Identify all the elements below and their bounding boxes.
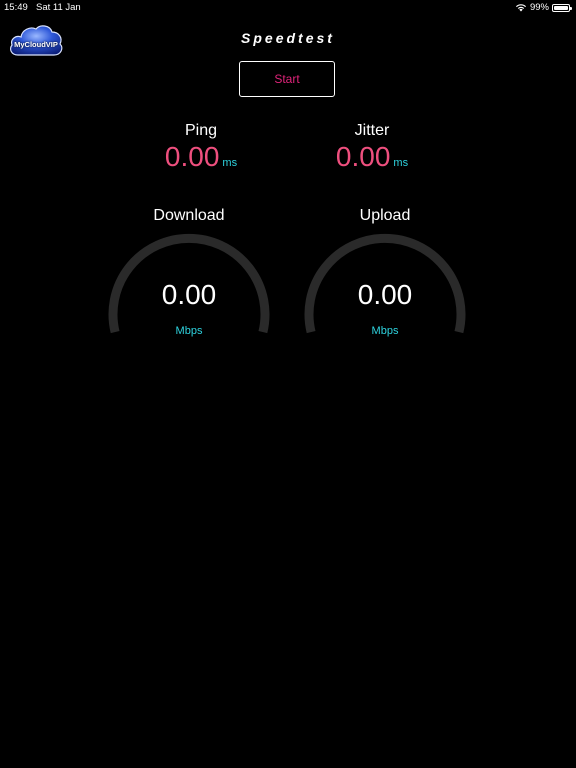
upload-label: Upload xyxy=(359,207,411,224)
upload-value: 0.00 xyxy=(357,279,413,310)
ping-metric: Ping 0.00 ms xyxy=(121,122,281,173)
status-bar: 15:49 Sat 11 Jan 99% xyxy=(0,0,576,16)
ping-value: 0.00 xyxy=(164,141,220,172)
upload-gauge: Upload 0.00 Mbps xyxy=(295,207,475,347)
download-gauge: Download 0.00 Mbps xyxy=(99,207,279,347)
ping-unit: ms xyxy=(222,157,238,169)
jitter-metric: Jitter 0.00 ms xyxy=(292,122,452,173)
battery-icon xyxy=(552,3,572,12)
page-title: Speedtest xyxy=(241,30,335,46)
jitter-label: Jitter xyxy=(354,122,390,139)
jitter-value: 0.00 xyxy=(335,141,391,172)
status-time: 15:49 xyxy=(4,2,28,13)
download-unit: Mbps xyxy=(175,325,203,337)
upload-unit: Mbps xyxy=(371,325,399,337)
battery-percentage: 99% xyxy=(529,2,549,13)
download-value: 0.00 xyxy=(161,279,217,310)
download-label: Download xyxy=(153,207,225,224)
battery-level xyxy=(554,5,568,10)
ping-label: Ping xyxy=(184,122,218,139)
start-button[interactable]: Start xyxy=(239,61,335,97)
status-date: Sat 11 Jan xyxy=(36,2,81,13)
wifi-icon xyxy=(515,3,527,12)
status-indicators: 99% xyxy=(515,2,572,13)
jitter-unit: ms xyxy=(393,157,409,169)
